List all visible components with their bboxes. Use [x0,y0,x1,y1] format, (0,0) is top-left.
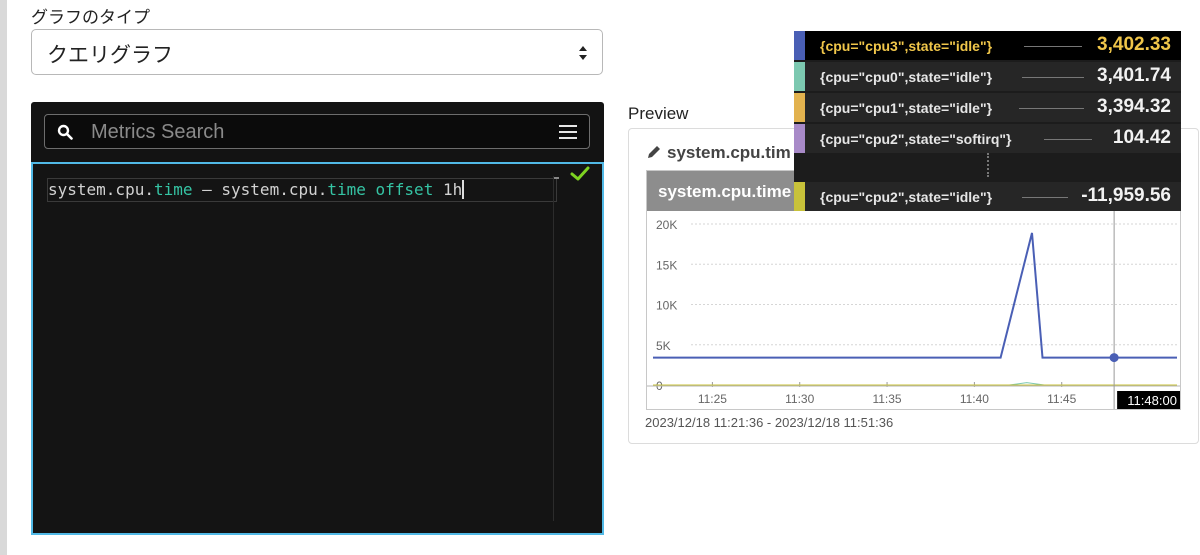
pencil-icon[interactable] [647,144,662,159]
query-token: 1h [433,180,463,199]
tooltip-row: {cpu="cpu1",state="idle"} 3,394.32 [794,93,1181,122]
x-tick-label: 11:35 [872,392,901,406]
y-tick-label: 5K [656,339,671,353]
tooltip-leader-line [1022,77,1084,78]
valid-check-icon [570,166,590,181]
query-keyword: time [153,180,193,199]
series-name: {cpu="cpu3",state="idle"} [820,38,993,54]
tooltip-leader-line [1044,139,1092,140]
select-arrows-icon [579,46,587,60]
series-value: -11,959.56 [1081,185,1171,206]
query-token: system.cpu. [48,180,154,199]
series-value: 3,394.32 [1097,96,1171,117]
graph-type-label: グラフのタイプ [31,8,150,27]
x-tick-label: 11:45 [1047,392,1076,406]
query-code-area[interactable]: system.cpu.time – system.cpu.time offset… [31,162,604,535]
hamburger-menu-icon[interactable] [559,124,577,140]
graph-type-select[interactable]: クエリグラフ [31,29,603,75]
series-value: 3,402.33 [1097,34,1171,55]
series-tooltip: {cpu="cpu3",state="idle"} 3,402.33 {cpu="c… [794,31,1181,211]
y-tick-label: 15K [656,258,677,272]
search-icon [57,124,73,140]
series-name: {cpu="cpu2",state="softirq"} [820,131,1012,147]
crosshair-point [1109,353,1119,363]
crosshair-time-label: 11:48:00 [1127,393,1177,408]
graph-type-selected-value: クエリグラフ [47,44,173,67]
tooltip-leader-line [1024,46,1082,47]
tooltip-leader-line [1019,108,1084,109]
tooltip-row: {cpu="cpu3",state="idle"} 3,402.33 [794,31,1181,60]
series-color-swatch [794,124,805,153]
metrics-search-input[interactable] [91,117,531,147]
series-value: 3,401.74 [1097,65,1171,86]
text-cursor [462,180,465,199]
x-tick-label: 11:40 [960,392,989,406]
y-tick-label: 10K [656,299,677,313]
preview-card-title: system.cpu.tim [667,143,791,162]
tooltip-row: {cpu="cpu2",state="idle"} -11,959.56 [794,182,1181,211]
series-color-swatch [794,93,805,122]
tooltip-row: {cpu="cpu0",state="idle"} 3,401.74 [794,62,1181,91]
tooltip-row: {cpu="cpu2",state="softirq"} 104.42 [794,124,1181,153]
series-color-swatch [794,31,805,60]
y-tick-label: 20K [656,218,677,232]
preview-label: Preview [628,104,689,123]
query-editor: system.cpu.time – system.cpu.time offset… [31,102,604,535]
x-tick-label: 11:30 [785,392,814,406]
query-keyword: offset [365,180,434,199]
query-keyword: time [327,180,366,199]
series-name: {cpu="cpu1",state="idle"} [820,100,993,116]
code-scroll-marker [554,177,559,179]
time-range: 2023/12/18 11:21:36 - 2023/12/18 11:51:3… [645,415,894,430]
series-name: {cpu="cpu2",state="idle"} [820,189,993,205]
tooltip-leader-line [1022,197,1068,198]
metrics-search-bar[interactable] [44,114,590,149]
series-color-swatch [794,62,805,91]
series-color-swatch [794,182,805,211]
series-value: 104.42 [1112,127,1171,148]
query-token: – system.cpu. [192,180,328,199]
code-scrollbar[interactable] [553,176,554,521]
query-text: system.cpu.time – system.cpu.time offset… [48,180,465,199]
tooltip-ellipsis [987,153,989,177]
x-tick-label: 11:25 [698,392,727,406]
series-name: {cpu="cpu0",state="idle"} [820,69,993,85]
left-rail [0,0,7,555]
series-line [653,232,1177,359]
